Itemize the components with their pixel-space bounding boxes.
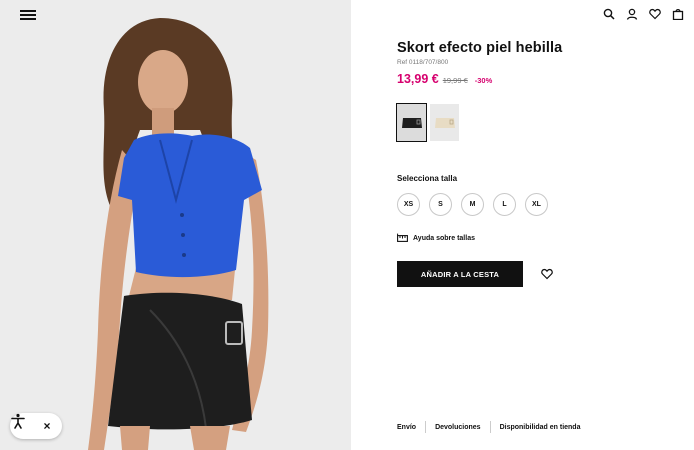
size-option-m[interactable]: M [461,193,484,216]
product-ref: Ref 0118/707/800 [397,59,449,66]
returns-link[interactable]: Devoluciones [435,424,481,431]
size-selector: XS S M L XL [397,193,548,216]
current-price: 13,99 € [397,72,439,86]
close-accessibility-button[interactable]: × [36,413,58,439]
size-option-s[interactable]: S [429,193,452,216]
swatch-cream[interactable] [430,104,459,141]
hamburger-menu-icon[interactable] [18,8,38,22]
discount-badge: -30% [474,76,493,85]
product-image: × [0,0,351,450]
ruler-icon [397,233,408,244]
header-actions [601,6,686,22]
size-help-label: Ayuda sobre tallas [413,235,475,242]
divider [425,421,427,433]
color-swatches [396,103,459,142]
size-label: Selecciona talla [397,174,458,183]
accessibility-icon[interactable] [10,413,36,439]
price-block: 13,99 € 19,99 € -30% [397,72,492,86]
shipping-link[interactable]: Envío [397,424,416,431]
size-help-link[interactable]: Ayuda sobre tallas [397,233,475,244]
size-option-xl[interactable]: XL [525,193,548,216]
original-price: 19,99 € [442,76,468,85]
heart-icon[interactable] [540,267,554,281]
search-icon[interactable] [601,6,617,22]
store-availability-link[interactable]: Disponibilidad en tienda [500,424,581,431]
accessibility-widget[interactable]: × [10,413,62,439]
bag-icon[interactable] [670,6,686,22]
add-to-cart-button[interactable]: AÑADIR A LA CESTA [397,261,523,287]
swatch-black[interactable] [396,103,427,142]
heart-icon[interactable] [647,6,663,22]
footer-links: Envío Devoluciones Disponibilidad en tie… [397,421,580,433]
user-icon[interactable] [624,6,640,22]
size-option-xs[interactable]: XS [397,193,420,216]
product-title: Skort efecto piel hebilla [397,40,563,56]
size-option-l[interactable]: L [493,193,516,216]
divider [489,421,491,433]
model-illustration [0,0,351,450]
